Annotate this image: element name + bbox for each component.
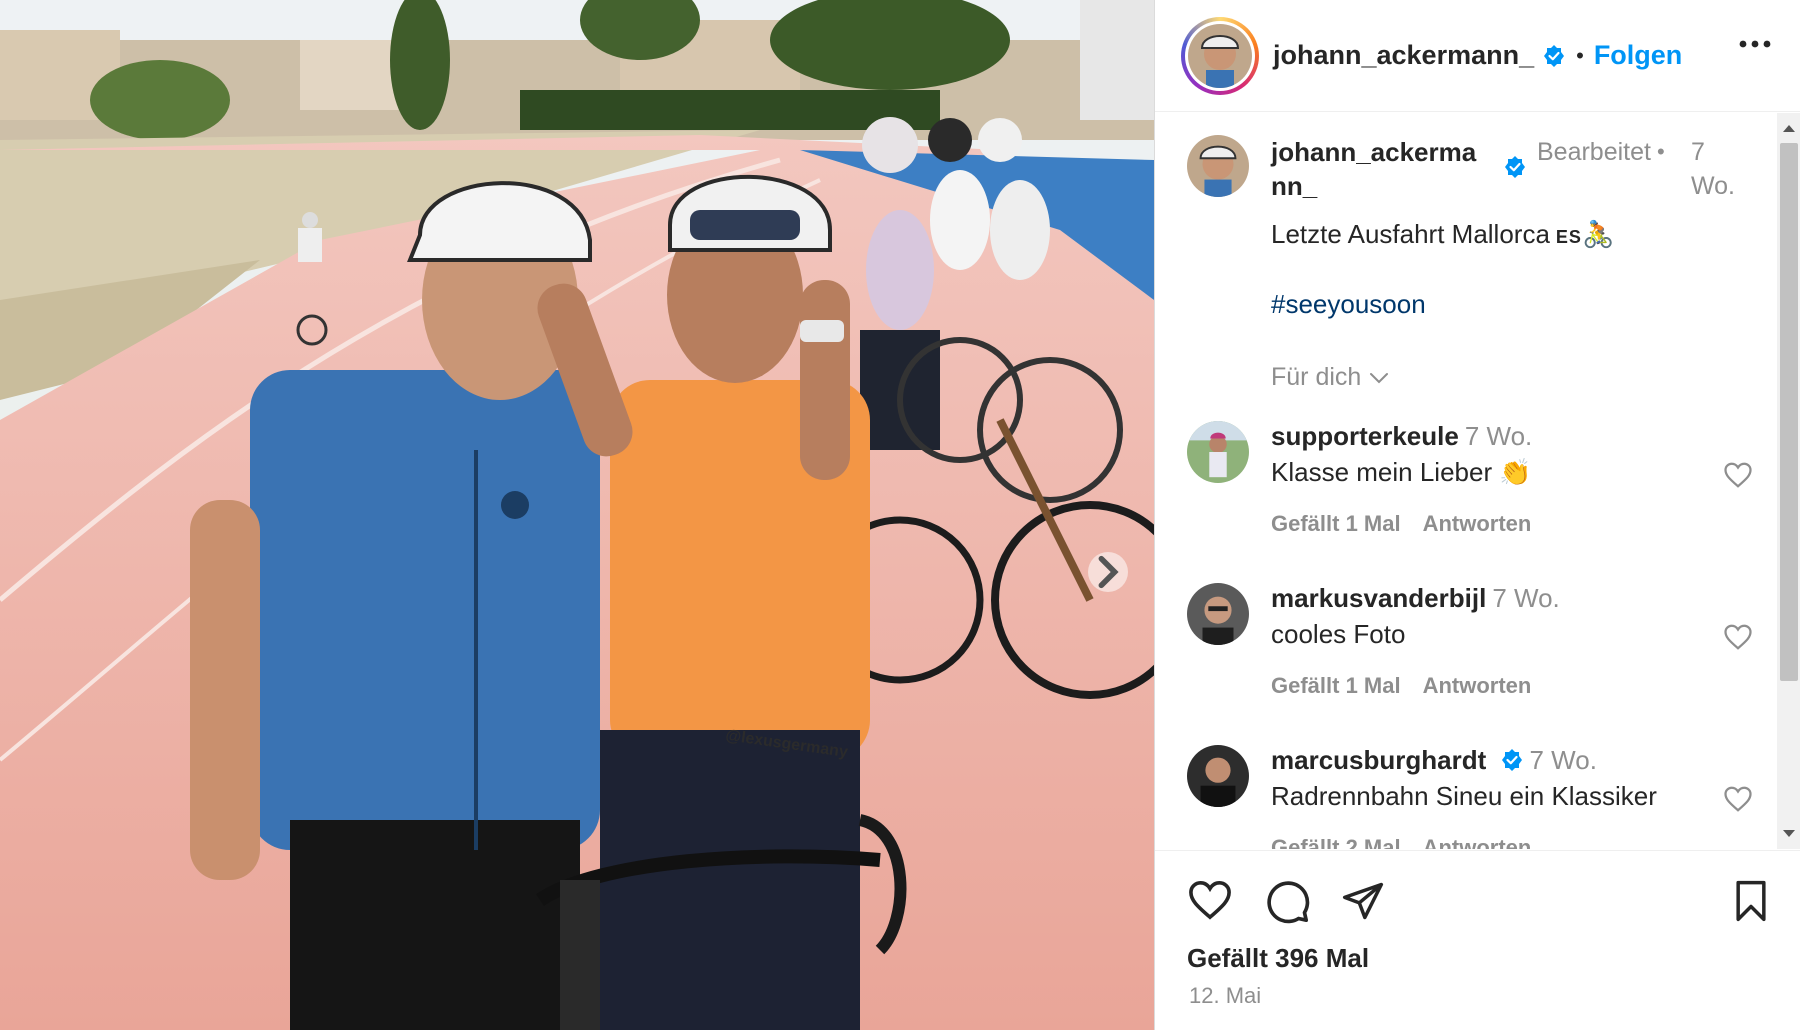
verified-badge-icon	[1501, 749, 1522, 771]
commenter-avatar[interactable]	[1187, 421, 1249, 483]
chevron-right-icon	[1098, 555, 1119, 589]
caption-username[interactable]: johann_ackermann_	[1271, 135, 1491, 203]
comment-meta: Gefällt 1 Mal Antworten	[1271, 511, 1553, 537]
caption-text: Letzte Ausfahrt Mallorca ES🚴	[1271, 219, 1614, 250]
verified-badge-icon	[1505, 156, 1525, 178]
comment-item: marcusburghardt 7 Wo. Radrennbahn Sineu …	[1187, 745, 1767, 849]
verified-badge-icon	[1544, 44, 1565, 67]
comment-username[interactable]: marcusburghardt 7 Wo.	[1271, 745, 1597, 776]
for-you-toggle[interactable]: Für dich	[1271, 363, 1389, 392]
hashtag-link[interactable]: #seeyousoon	[1271, 289, 1426, 320]
author-username[interactable]: johann_ackermann_	[1273, 40, 1534, 71]
comment-username-text: marcusburghardt	[1271, 745, 1487, 775]
comment-item: markusvanderbijl 7 Wo. cooles Foto Gefäll…	[1187, 583, 1767, 723]
cyclist-emoji: 🚴	[1581, 219, 1615, 249]
reply-button[interactable]: Antworten	[1423, 511, 1532, 536]
heart-icon[interactable]	[1723, 623, 1753, 651]
comment-meta: Gefällt 2 Mal Antworten	[1271, 835, 1553, 849]
caption-time[interactable]: 7 Wo.	[1691, 135, 1751, 203]
more-options-icon[interactable]	[1739, 40, 1771, 48]
comment-likes[interactable]: Gefällt 1 Mal	[1271, 511, 1401, 536]
share-icon[interactable]	[1341, 879, 1385, 923]
flag-es: ES	[1555, 227, 1582, 247]
comment-meta: Gefällt 1 Mal Antworten	[1271, 673, 1553, 699]
heart-icon[interactable]	[1723, 785, 1753, 813]
commenter-avatar[interactable]	[1187, 745, 1249, 807]
header-separator: •	[1576, 42, 1584, 68]
comment-username-text: supporterkeule	[1271, 421, 1459, 451]
next-photo-button[interactable]	[1088, 552, 1128, 592]
commenter-avatar[interactable]	[1187, 583, 1249, 645]
comment-time[interactable]: 7 Wo.	[1492, 583, 1559, 613]
scroll-down-arrow[interactable]	[1783, 830, 1795, 837]
author-avatar	[1188, 23, 1252, 88]
comment-text: cooles Foto	[1271, 619, 1406, 649]
caption-text-body: Letzte Ausfahrt Mallorca	[1271, 219, 1550, 249]
heart-icon[interactable]	[1723, 461, 1753, 489]
comment-text: Radrennbahn Sineu ein Klassiker	[1271, 781, 1657, 811]
comment-username[interactable]: markusvanderbijl 7 Wo.	[1271, 583, 1560, 614]
bookmark-icon[interactable]	[1731, 879, 1771, 923]
comment-time[interactable]: 7 Wo.	[1465, 421, 1532, 451]
comment-icon[interactable]	[1265, 879, 1311, 925]
comment-username[interactable]: supporterkeule 7 Wo.	[1271, 421, 1532, 452]
post-photo[interactable]: @lexusgermany	[0, 0, 1154, 1030]
comment-item: supporterkeule 7 Wo. Klasse mein Lieber 👏…	[1187, 421, 1767, 561]
reply-button[interactable]: Antworten	[1423, 673, 1532, 698]
edited-label: Bearbeitet	[1537, 138, 1651, 166]
post-side-panel: johann_ackermann_ • Folgen johann_ackerm…	[1154, 0, 1800, 1030]
comment-likes[interactable]: Gefällt 1 Mal	[1271, 673, 1401, 698]
reply-button[interactable]: Antworten	[1423, 835, 1532, 849]
comment-username-text: markusvanderbijl	[1271, 583, 1487, 613]
post-header: johann_ackermann_ • Folgen	[1155, 0, 1800, 112]
heart-icon[interactable]	[1187, 879, 1233, 921]
chevron-down-icon	[1370, 372, 1389, 383]
comment-time[interactable]: 7 Wo.	[1530, 745, 1597, 775]
like-count[interactable]: Gefällt 396 Mal	[1187, 943, 1369, 974]
story-ring[interactable]	[1181, 16, 1259, 95]
caption-author-avatar[interactable]	[1187, 135, 1249, 197]
follow-button[interactable]: Folgen	[1594, 40, 1683, 71]
post-date[interactable]: 12. Mai	[1189, 983, 1261, 1009]
caption-separator: •	[1657, 139, 1665, 164]
comment-likes[interactable]: Gefällt 2 Mal	[1271, 835, 1401, 849]
comments-scroll-area[interactable]: johann_ackermann_ Bearbeitet • 7 Wo. Let…	[1155, 113, 1775, 849]
photo-illustration: @lexusgermany	[0, 0, 1154, 1030]
for-you-label: Für dich	[1271, 363, 1362, 391]
scroll-up-arrow[interactable]	[1783, 125, 1795, 132]
scrollbar-thumb[interactable]	[1780, 143, 1798, 681]
post-actions-footer: Gefällt 396 Mal 12. Mai	[1155, 850, 1800, 1030]
comment-text: Klasse mein Lieber 👏	[1271, 457, 1532, 487]
scrollbar[interactable]	[1777, 113, 1800, 849]
